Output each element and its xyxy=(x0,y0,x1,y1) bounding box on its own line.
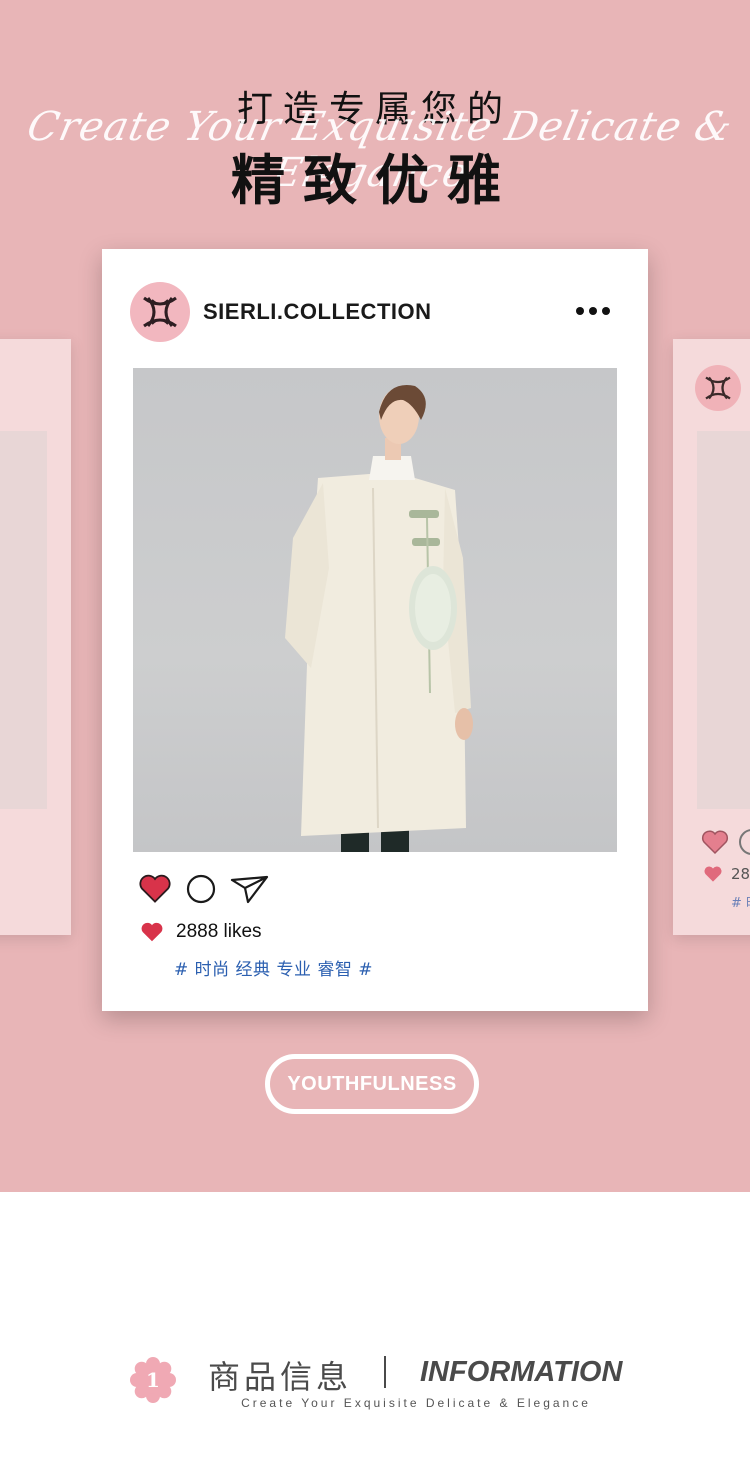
heart-icon[interactable] xyxy=(138,873,172,904)
youthfulness-label: YOUTHFULNESS xyxy=(287,1072,457,1095)
side-post-photo-placeholder xyxy=(0,431,47,809)
small-heart-icon xyxy=(141,922,163,942)
profile-avatar[interactable] xyxy=(130,282,190,342)
side-avatar xyxy=(695,365,741,411)
side-likes-count: 28 xyxy=(731,865,750,883)
heart-icon xyxy=(701,830,729,855)
post-photo xyxy=(133,368,617,852)
comment-icon[interactable] xyxy=(186,874,216,904)
section-title-cn: 商品信息 xyxy=(208,1358,353,1396)
side-post-photo-placeholder xyxy=(697,431,750,809)
post-card: SIERLI.COLLECTION 2888 likes # 时尚 经典 专业 … xyxy=(102,249,648,1011)
post-hashtags[interactable]: # 时尚 经典 专业 睿智 # xyxy=(174,955,373,980)
likes-count[interactable]: 2888 likes xyxy=(176,921,262,943)
youthfulness-button[interactable]: YOUTHFULNESS xyxy=(265,1054,479,1114)
section-number: 1 xyxy=(146,1368,160,1392)
side-post-card-right: 28 # 时 xyxy=(673,339,750,935)
title-divider xyxy=(384,1356,386,1388)
small-heart-icon xyxy=(704,866,722,882)
account-handle[interactable]: SIERLI.COLLECTION xyxy=(203,299,432,325)
likes-row: 2888 likes xyxy=(140,921,262,943)
more-dots-icon[interactable] xyxy=(576,307,610,315)
hero-banner: 打造专属您的 Create Your Exquisite Delicate & … xyxy=(0,0,750,1192)
send-icon[interactable] xyxy=(230,874,270,904)
brand-logo-icon xyxy=(705,376,731,400)
post-actions xyxy=(138,873,270,904)
section-subtitle: Create Your Exquisite Delicate & Eleganc… xyxy=(241,1396,591,1410)
comment-icon xyxy=(739,829,750,855)
section-title-en: INFORMATION xyxy=(420,1356,623,1388)
headline-line-2: 精致优雅 xyxy=(231,149,519,212)
brand-logo-icon xyxy=(143,296,177,328)
side-post-card-left xyxy=(0,339,71,935)
model-in-white-coat-image xyxy=(285,385,473,852)
side-hashtags: # 时 xyxy=(731,896,750,911)
section-header-information: 1 商品信息 INFORMATION Create Your Exquisite… xyxy=(0,1340,750,1440)
